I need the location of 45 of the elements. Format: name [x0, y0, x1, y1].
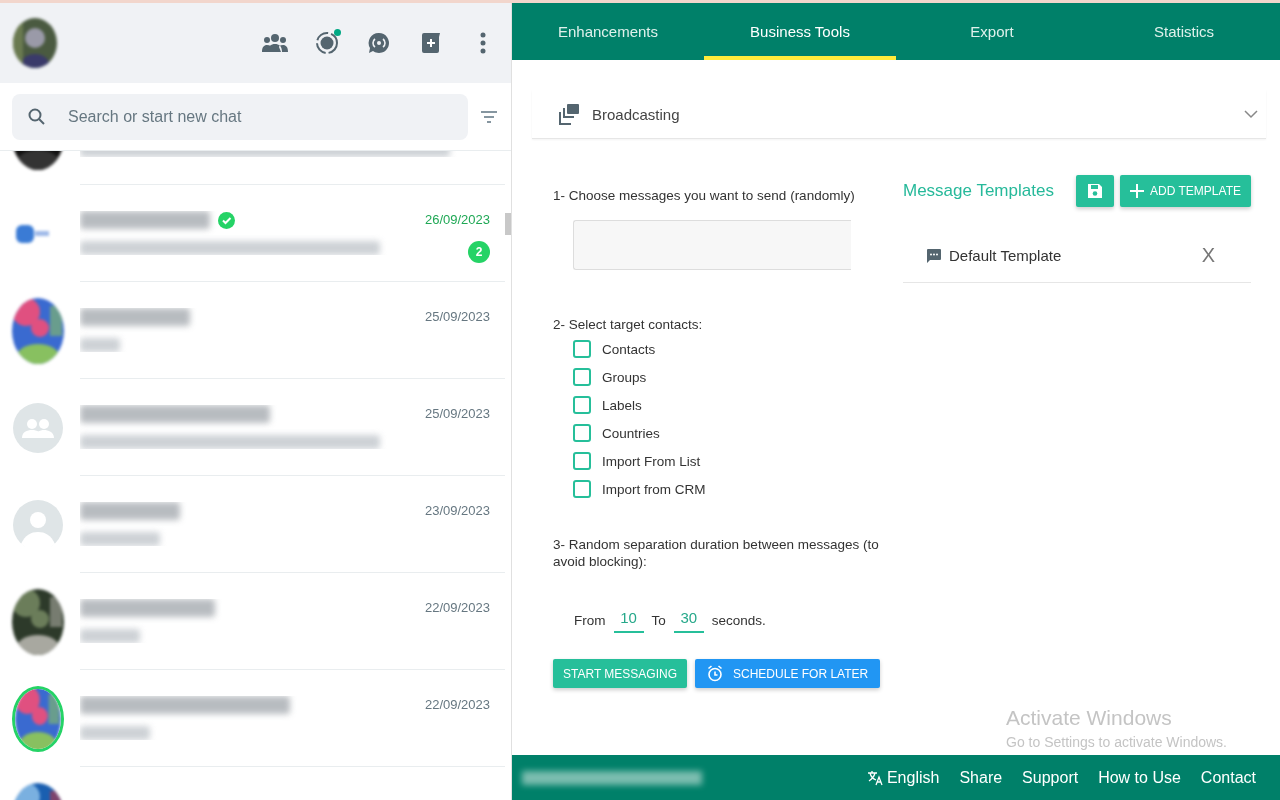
footer-link[interactable]: How to Use — [1098, 768, 1181, 787]
to-label: To — [651, 612, 666, 628]
step-label: 2- Select target contacts: — [553, 317, 704, 332]
step-label: 1- Choose messages you want to send (randomly) — [553, 188, 856, 203]
tab[interactable]: Statistics — [1088, 3, 1280, 60]
search-field[interactable]: Search or start new chat — [12, 93, 468, 140]
template-item[interactable]: Default Template X — [903, 229, 1251, 283]
chat-item[interactable]: 26/09/2023 2 — [0, 185, 511, 282]
chat-date: 23/09/2023 — [424, 503, 490, 518]
schedule-button[interactable]: SCHEDULE FOR LATER — [695, 659, 881, 688]
step-label: 3- Random separation duration between messages (to avoid blocking): — [553, 536, 880, 570]
chat-date: 25/09/2023 — [424, 406, 490, 421]
checkbox-label: Groups — [602, 369, 647, 385]
checkbox-label: Countries — [602, 425, 660, 441]
footer-link[interactable]: Share — [959, 768, 1003, 787]
activation-text: Go to Settings to activate Windows. — [1006, 734, 1227, 750]
checkbox-label: Import from CRM — [602, 481, 706, 497]
search-input[interactable]: Search or start new chat — [66, 106, 450, 127]
checkbox-label: Labels — [602, 397, 642, 413]
chat-item[interactable]: 22/09/2023 — [0, 670, 511, 767]
tab[interactable]: Enhancements — [512, 3, 704, 60]
chat-date: 22/09/2023 — [424, 697, 490, 712]
template-name: Default Template — [949, 247, 1062, 264]
unit-label: seconds. — [711, 612, 766, 628]
chat-item[interactable]: 25/09/2023 — [0, 379, 511, 476]
accordion-header[interactable]: Broadcasting — [532, 90, 1266, 139]
chat-item[interactable]: 22/09/2023 — [0, 573, 511, 670]
chat-date: 22/09/2023 — [424, 600, 490, 615]
chat-item[interactable]: 25/09/2023 — [0, 282, 511, 379]
footer-link[interactable]: Support — [1022, 768, 1079, 787]
chat-date: 25/09/2023 — [424, 309, 490, 324]
tab[interactable]: Export — [896, 3, 1088, 60]
chat-date: 26/09/2023 — [424, 212, 490, 227]
unread-count: 2 — [468, 241, 490, 263]
tab[interactable]: Business Tools — [704, 3, 896, 60]
activation-title: Activate Windows — [1006, 706, 1173, 730]
remove-button[interactable]: X — [1195, 243, 1221, 268]
language-link[interactable]: English — [886, 768, 940, 787]
checkbox-label: Import From List — [602, 453, 701, 469]
templates-title: Message Templates — [903, 181, 1054, 201]
chat-item[interactable]: 23/09/2023 — [0, 476, 511, 573]
checkbox-label: Contacts — [602, 341, 656, 357]
section-title: Broadcasting — [592, 105, 680, 123]
footer-link[interactable]: Contact — [1200, 768, 1256, 787]
from-label: From — [574, 612, 606, 628]
